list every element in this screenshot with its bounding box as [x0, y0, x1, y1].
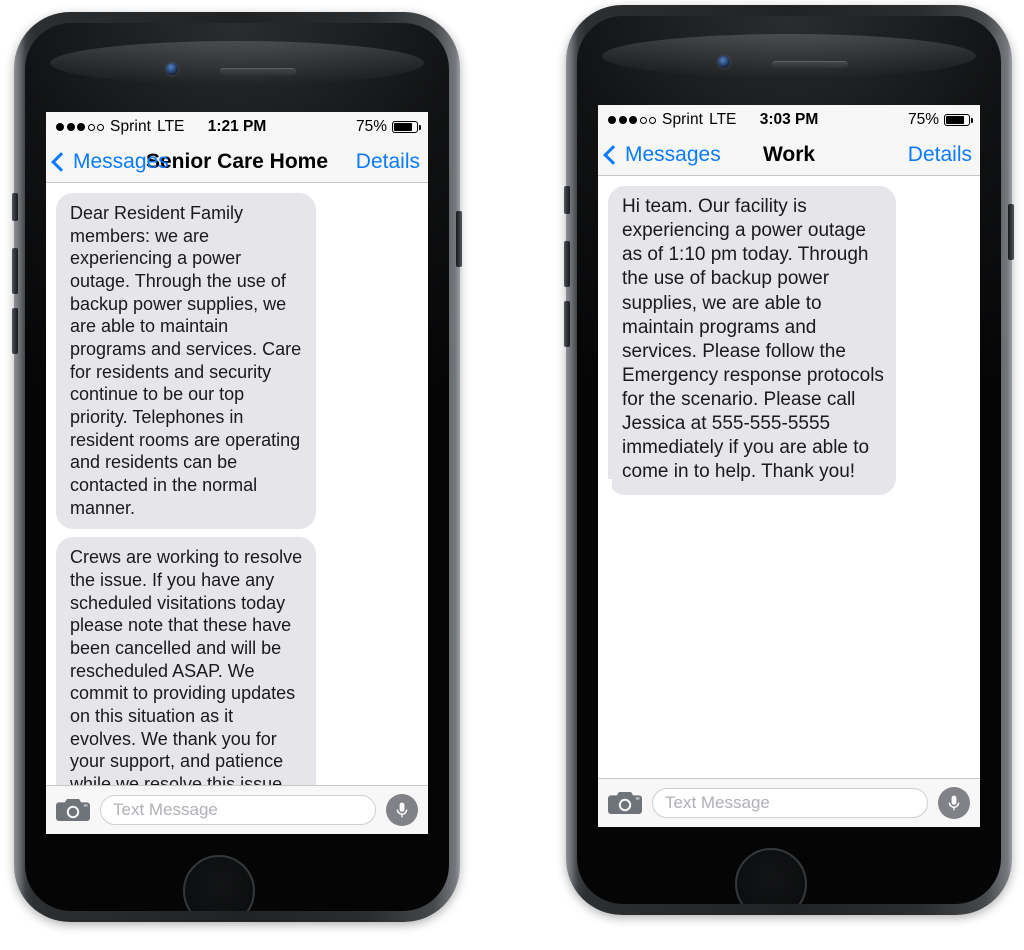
carrier-label: Sprint: [110, 118, 152, 135]
message-row: Hi team. Our facility is experiencing a …: [598, 186, 980, 503]
camera-icon[interactable]: [56, 797, 90, 823]
back-to-messages-button[interactable]: Messages: [603, 143, 721, 167]
battery-icon: [392, 121, 422, 133]
silent-switch-left[interactable]: [12, 193, 18, 221]
status-bar-right-group: 75%: [355, 118, 422, 136]
power-button-left[interactable]: [456, 211, 462, 267]
details-button[interactable]: Details: [356, 150, 420, 174]
text-message-placeholder: Text Message: [113, 800, 218, 819]
volume-up-button-left[interactable]: [12, 248, 18, 294]
screen-glare-right: [602, 33, 976, 78]
front-camera-icon: [718, 56, 730, 68]
status-bar-right-group: 75%: [907, 111, 974, 129]
phone-screen-left: Sprint LTE 1:21 PM 75% Messages Senior C…: [46, 112, 428, 834]
home-button-right[interactable]: [735, 848, 807, 904]
back-button-label: Messages: [73, 150, 169, 173]
message-composer-right: Text Message: [598, 778, 980, 827]
incoming-message-bubble[interactable]: Dear Resident Family members: we are exp…: [56, 193, 316, 530]
volume-up-button-right[interactable]: [564, 241, 570, 287]
network-type-label: LTE: [157, 118, 185, 135]
chevron-left-icon: [603, 145, 623, 165]
status-bar-left: Sprint LTE 1:21 PM 75%: [46, 112, 428, 142]
device-bezel-right: Sprint LTE 3:03 PM 75% Messages Work Det…: [577, 16, 1001, 904]
microphone-icon[interactable]: [386, 794, 418, 826]
iphone-device-right: Sprint LTE 3:03 PM 75% Messages Work Det…: [564, 5, 1014, 915]
battery-icon: [944, 114, 974, 126]
network-type-label: LTE: [709, 111, 737, 128]
front-camera-icon: [166, 63, 178, 75]
screenshot-canvas: Sprint LTE 1:21 PM 75% Messages Senior C…: [0, 0, 1024, 950]
chevron-left-icon: [51, 152, 71, 172]
back-button-label: Messages: [625, 143, 721, 166]
incoming-message-bubble[interactable]: Hi team. Our facility is experiencing a …: [601, 186, 896, 495]
power-button-right[interactable]: [1008, 204, 1014, 260]
text-message-input[interactable]: Text Message: [100, 795, 376, 825]
message-composer-left: Text Message: [46, 785, 428, 834]
earpiece-speaker-left: [220, 68, 296, 75]
message-thread-right[interactable]: Hi team. Our facility is experiencing a …: [598, 176, 980, 778]
message-row: Dear Resident Family members: we are exp…: [46, 193, 428, 537]
camera-icon[interactable]: [608, 790, 642, 816]
nav-bar-left: Messages Senior Care Home Details: [46, 142, 428, 183]
iphone-device-left: Sprint LTE 1:21 PM 75% Messages Senior C…: [12, 12, 462, 922]
status-bar-right: Sprint LTE 3:03 PM 75%: [598, 105, 980, 135]
battery-percent-label: 75%: [355, 118, 387, 135]
back-to-messages-button[interactable]: Messages: [51, 150, 169, 174]
device-bezel-left: Sprint LTE 1:21 PM 75% Messages Senior C…: [25, 23, 449, 911]
volume-down-button-left[interactable]: [12, 308, 18, 354]
text-message-input[interactable]: Text Message: [652, 788, 928, 818]
signal-strength-icon: [608, 116, 656, 124]
battery-percent-label: 75%: [907, 111, 939, 128]
phone-screen-right: Sprint LTE 3:03 PM 75% Messages Work Det…: [598, 105, 980, 827]
status-bar-left-group: Sprint LTE: [56, 118, 184, 136]
message-row: Crews are working to resolve the issue. …: [46, 537, 428, 785]
message-thread-left[interactable]: Dear Resident Family members: we are exp…: [46, 183, 428, 785]
earpiece-speaker-right: [772, 61, 848, 68]
details-button[interactable]: Details: [908, 143, 972, 167]
screen-glare-left: [50, 40, 424, 85]
signal-strength-icon: [56, 123, 104, 131]
home-button-left[interactable]: [183, 855, 255, 911]
status-bar-left-group: Sprint LTE: [608, 111, 736, 129]
carrier-label: Sprint: [662, 111, 704, 128]
nav-bar-right: Messages Work Details: [598, 135, 980, 176]
microphone-icon[interactable]: [938, 787, 970, 819]
text-message-placeholder: Text Message: [665, 793, 770, 812]
incoming-message-bubble[interactable]: Crews are working to resolve the issue. …: [56, 537, 316, 785]
volume-down-button-right[interactable]: [564, 301, 570, 347]
silent-switch-right[interactable]: [564, 186, 570, 214]
